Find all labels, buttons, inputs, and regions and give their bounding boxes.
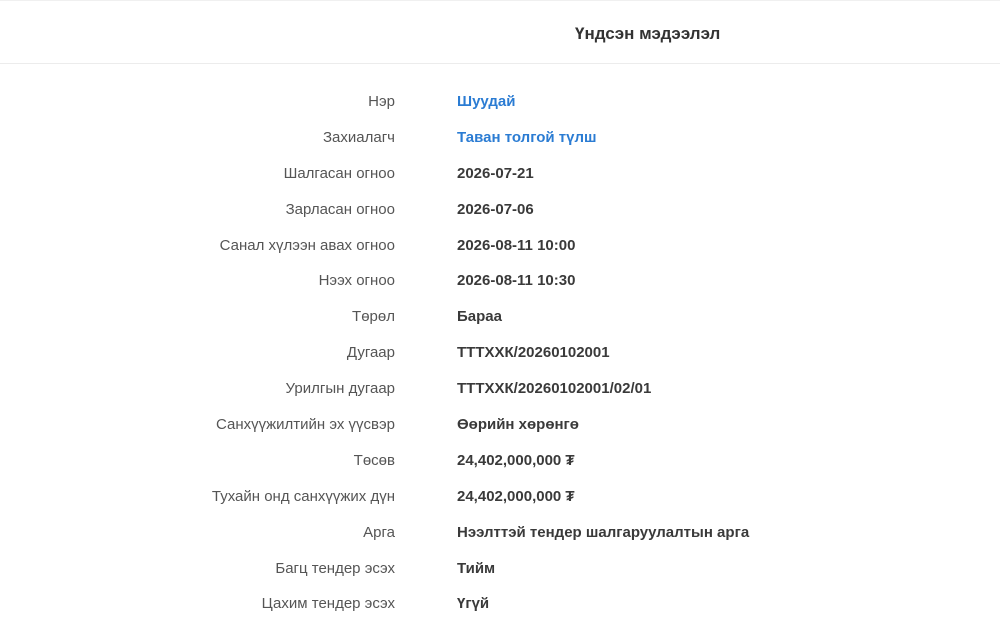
detail-value: ТТТХХК/20260102001/02/01 bbox=[457, 380, 652, 398]
detail-label: Дугаар bbox=[346, 344, 395, 362]
detail-row-announced-date: Зарласан огноо 2026-07-06 bbox=[0, 192, 1000, 228]
detail-label: Урилгын дугаар bbox=[285, 380, 395, 398]
detail-label: Зарласан огноо bbox=[285, 200, 395, 218]
detail-label: Багц тендер эсэх bbox=[275, 559, 395, 577]
detail-row-electronic-tender: Цахим тендер эсэх Үгүй bbox=[0, 586, 1000, 622]
tender-name-link[interactable]: Шуудай bbox=[457, 93, 515, 111]
detail-row-number: Дугаар ТТТХХК/20260102001 bbox=[0, 335, 1000, 371]
detail-label: Арга bbox=[363, 523, 395, 541]
detail-row-checked-date: Шалгасан огноо 2026-07-21 bbox=[0, 156, 1000, 192]
detail-label: Нээх огноо bbox=[318, 272, 395, 290]
detail-value: 24,402,000,000 ₮ bbox=[457, 487, 575, 505]
detail-value: Үгүй bbox=[457, 595, 490, 613]
detail-value: 24,402,000,000 ₮ bbox=[457, 451, 575, 469]
detail-value: Нээлттэй тендер шалгаруулалтын арга bbox=[457, 523, 750, 541]
detail-row-budget: Төсөв 24,402,000,000 ₮ bbox=[0, 443, 1000, 479]
section-header: Үндсэн мэдээлэл bbox=[0, 1, 1000, 64]
detail-row-funding-source: Санхүүжилтийн эх үүсвэр Өөрийн хөрөнгө bbox=[0, 407, 1000, 443]
detail-label: Шалгасан огноо bbox=[283, 164, 395, 182]
detail-label: Тухайн онд санхүүжих дүн bbox=[211, 487, 395, 505]
detail-value: 2026-07-06 bbox=[457, 200, 534, 218]
detail-row-invitation-number: Урилгын дугаар ТТТХХК/20260102001/02/01 bbox=[0, 371, 1000, 407]
detail-value: Бараа bbox=[457, 308, 502, 326]
detail-row-package-tender: Багц тендер эсэх Тийм bbox=[0, 551, 1000, 587]
detail-label: Төрөл bbox=[352, 308, 395, 326]
detail-label: Санхүүжилтийн эх үүсвэр bbox=[216, 416, 395, 434]
detail-label: Төсөв bbox=[353, 451, 395, 469]
detail-value: 2026-08-11 10:30 bbox=[457, 272, 576, 290]
detail-row-type: Төрөл Бараа bbox=[0, 299, 1000, 335]
detail-row-opening-date: Нээх огноо 2026-08-11 10:30 bbox=[0, 263, 1000, 299]
detail-label: Нэр bbox=[368, 93, 395, 110]
detail-value: Тийм bbox=[457, 559, 496, 577]
detail-row-annual-funding: Тухайн онд санхүүжих дүн 24,402,000,000 … bbox=[0, 479, 1000, 515]
customer-link[interactable]: Таван толгой түлш bbox=[457, 129, 597, 147]
detail-value: Өөрийн хөрөнгө bbox=[457, 416, 579, 434]
detail-value: 2026-08-11 10:00 bbox=[457, 236, 576, 254]
detail-label: Санал хүлээн авах огноо bbox=[219, 236, 395, 254]
detail-row-name: Нэр Шуудай bbox=[0, 84, 1000, 120]
detail-value: ТТТХХК/20260102001 bbox=[457, 344, 610, 362]
detail-row-method: Арга Нээлттэй тендер шалгаруулалтын арга bbox=[0, 515, 1000, 551]
detail-row-customer: Захиалагч Таван толгой түлш bbox=[0, 120, 1000, 156]
detail-value: 2026-07-21 bbox=[457, 164, 534, 182]
detail-label: Захиалагч bbox=[322, 128, 395, 146]
detail-row-bid-deadline: Санал хүлээн авах огноо 2026-08-11 10:00 bbox=[0, 228, 1000, 264]
details-list: Нэр Шуудай Захиалагч Таван толгой түлш Ш… bbox=[0, 84, 1000, 622]
section-title: Үндсэн мэдээлэл bbox=[575, 24, 721, 43]
detail-label: Цахим тендер эсэх bbox=[261, 595, 395, 613]
